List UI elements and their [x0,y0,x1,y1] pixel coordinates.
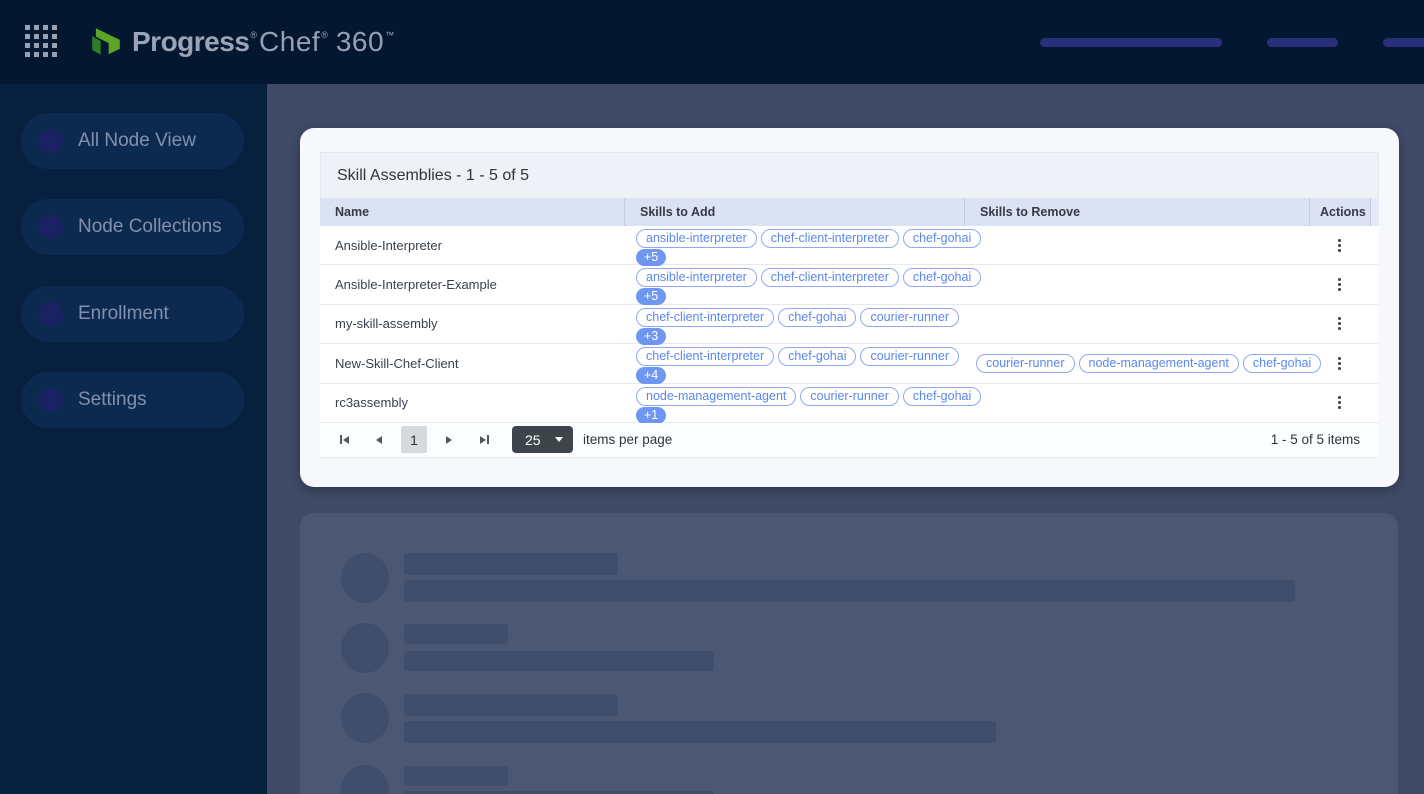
assembly-name: my-skill-assembly [320,305,624,343]
assembly-name: rc3assembly [320,384,624,422]
skeleton-bar [404,694,618,716]
kebab-menu-icon[interactable] [1338,362,1341,365]
pager-range-label: 1 - 5 of 5 items [1271,432,1360,447]
nav-item-icon [39,215,63,239]
nav-item-icon [39,302,63,326]
column-header-skills-to-remove[interactable]: Skills to Remove [964,198,1309,226]
skeleton-avatar [341,553,389,603]
kebab-menu-icon[interactable] [1338,401,1341,404]
skill-chip: chef-client-interpreter [636,347,774,366]
skills-to-add-cell: chef-client-interpreter chef-gohai couri… [624,305,964,343]
assembly-name: New-Skill-Chef-Client [320,344,624,382]
nav-item-icon [39,388,63,412]
app-header: Progress ® Chef ® 360 ™ [0,0,1424,84]
skill-chip: courier-runner [976,354,1075,373]
kebab-menu-icon[interactable] [1338,283,1341,286]
skill-chip: chef-gohai [778,347,856,366]
items-per-page-label: items per page [583,432,672,447]
skill-assemblies-card: Skill Assemblies - 1 - 5 of 5 Name Skill… [300,128,1399,487]
nav-placeholder-bar [1040,38,1222,47]
skill-assemblies-grid: Skill Assemblies - 1 - 5 of 5 Name Skill… [320,152,1379,458]
overflow-count-badge[interactable]: +5 [636,249,666,266]
skill-chip: courier-runner [860,308,959,327]
skill-chip: chef-client-interpreter [761,229,899,248]
sidebar-item-all-node-view[interactable]: All Node View [21,113,244,169]
skills-to-remove-cell [964,265,1309,303]
page-size-value: 25 [525,432,555,448]
sidebar-item-label: Enrollment [78,303,169,325]
next-page-icon [446,436,452,444]
previous-page-button[interactable] [368,429,390,451]
page-size-select[interactable]: 25 [512,426,573,453]
sidebar-item-label: All Node View [78,130,196,152]
header-scrollbar-spacer [1370,198,1379,226]
main-content: Skill Assemblies - 1 - 5 of 5 Name Skill… [267,84,1424,794]
skills-to-add-cell: ansible-interpreter chef-client-interpre… [624,265,964,303]
overflow-count-badge[interactable]: +1 [636,407,666,424]
sidebar: All Node View Node Collections Enrollmen… [0,84,267,794]
overflow-count-badge[interactable]: +4 [636,367,666,384]
sidebar-item-enrollment[interactable]: Enrollment [21,286,244,342]
table-row: Ansible-Interpreter-Example ansible-inte… [320,265,1379,304]
skeleton-bar [404,553,618,575]
grid-title: Skill Assemblies - 1 - 5 of 5 [320,152,1379,198]
skill-chip: chef-gohai [778,308,856,327]
nav-placeholder-bar [1383,38,1424,47]
column-header-actions: Actions [1309,198,1370,226]
overflow-count-badge[interactable]: +3 [636,328,666,345]
nav-item-icon [39,129,63,153]
skeleton-bar [404,721,996,743]
skill-chip: ansible-interpreter [636,229,757,248]
first-page-icon [343,436,349,444]
sidebar-item-node-collections[interactable]: Node Collections [21,199,244,255]
skeleton-avatar [341,765,389,794]
skill-chip: node-management-agent [636,387,796,406]
table-row: New-Skill-Chef-Client chef-client-interp… [320,344,1379,383]
table-row: Ansible-Interpreter ansible-interpreter … [320,226,1379,265]
previous-page-icon [376,436,382,444]
skill-chip: chef-client-interpreter [761,268,899,287]
skill-chip: courier-runner [860,347,959,366]
last-page-icon [480,436,486,444]
skeleton-bar [404,651,714,671]
grid-pager: 1 25 items per page 1 - 5 of 5 items [320,423,1379,458]
skills-to-add-cell: ansible-interpreter chef-client-interpre… [624,226,964,264]
skills-to-remove-cell: courier-runner node-management-agent che… [964,344,1309,382]
header-nav-placeholders [0,38,1424,47]
assembly-name: Ansible-Interpreter-Example [320,265,624,303]
skills-to-add-cell: chef-client-interpreter chef-gohai couri… [624,344,964,382]
sidebar-item-settings[interactable]: Settings [21,372,244,428]
overflow-count-badge[interactable]: +5 [636,288,666,305]
first-page-button[interactable] [333,429,355,451]
skill-chip: ansible-interpreter [636,268,757,287]
chevron-down-icon [555,437,563,442]
skills-to-remove-cell [964,384,1309,422]
skills-to-remove-cell [964,305,1309,343]
skeleton-bar [404,766,508,786]
skeleton-bar [404,580,1295,602]
skeleton-avatar [341,693,389,743]
skill-chip: chef-client-interpreter [636,308,774,327]
kebab-menu-icon[interactable] [1338,244,1341,247]
skeleton-avatar [341,623,389,673]
assembly-name: Ansible-Interpreter [320,226,624,264]
grid-header-row: Name Skills to Add Skills to Remove Acti… [320,198,1379,226]
sidebar-item-label: Settings [78,389,147,411]
next-page-button[interactable] [438,429,460,451]
kebab-menu-icon[interactable] [1338,322,1341,325]
skills-to-add-cell: node-management-agent courier-runner che… [624,384,964,422]
column-header-name[interactable]: Name [320,198,624,226]
column-header-skills-to-add[interactable]: Skills to Add [624,198,964,226]
current-page-button[interactable]: 1 [401,426,427,453]
skeleton-bar [404,624,508,644]
sidebar-item-label: Node Collections [78,216,222,238]
last-page-button[interactable] [473,429,495,451]
table-row: rc3assembly node-management-agent courie… [320,384,1379,423]
nav-placeholder-bar [1267,38,1338,47]
loading-skeleton-card [300,513,1398,794]
table-row: my-skill-assembly chef-client-interprete… [320,305,1379,344]
skills-to-remove-cell [964,226,1309,264]
skill-chip: node-management-agent [1079,354,1239,373]
skill-chip: courier-runner [800,387,899,406]
